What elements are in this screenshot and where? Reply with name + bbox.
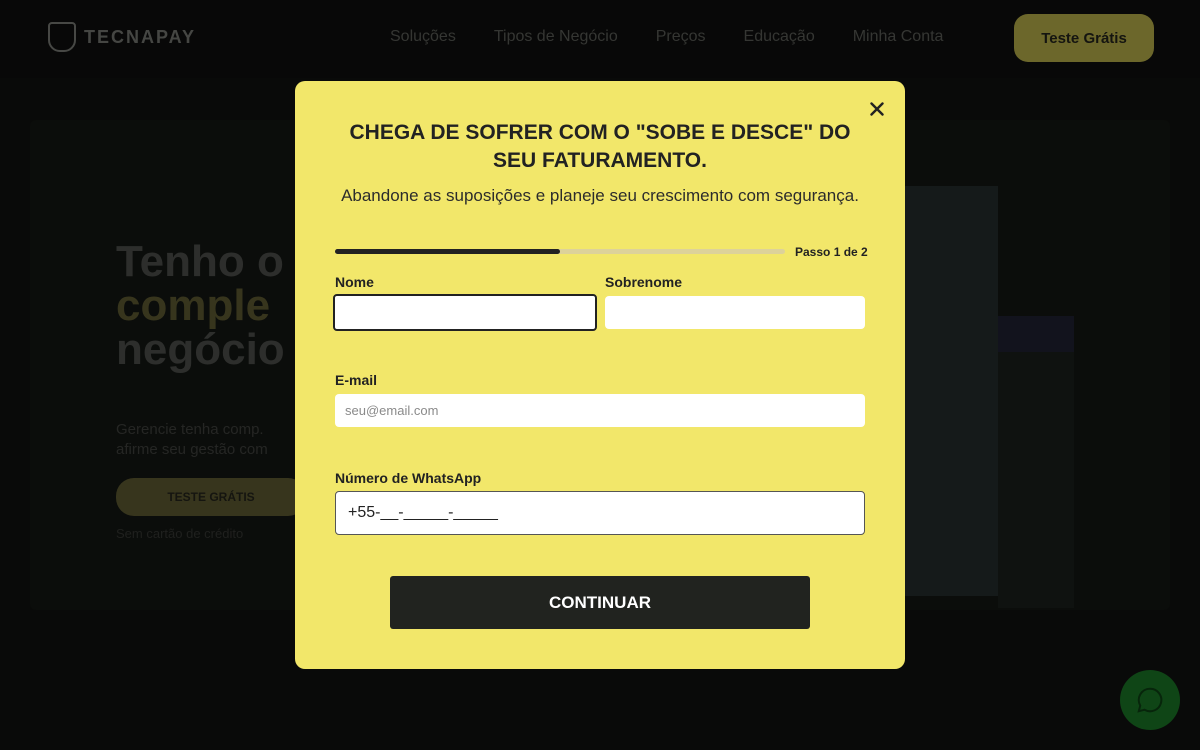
- progress-bar-fill: [335, 249, 560, 254]
- last-name-field[interactable]: [605, 296, 865, 329]
- close-button[interactable]: [865, 98, 889, 120]
- progress-bar: [335, 249, 785, 254]
- whatsapp-label: Número de WhatsApp: [335, 470, 482, 486]
- modal-subtitle: Abandone as suposições e planeje seu cre…: [341, 186, 859, 205]
- modal-title: CHEGA DE SOFRER COM O "SOBE E DESCE" DO …: [349, 121, 851, 172]
- first-name-label: Nome: [335, 274, 374, 290]
- email-field[interactable]: [335, 394, 865, 427]
- step-indicator: Passo 1 de 2: [795, 245, 868, 259]
- continue-button[interactable]: CONTINUAR: [390, 576, 810, 629]
- first-name-field[interactable]: [333, 294, 597, 331]
- email-label: E-mail: [335, 372, 378, 388]
- whatsapp-number-field[interactable]: +55-__-_____-_____: [335, 491, 865, 535]
- close-icon: [870, 102, 884, 116]
- last-name-label: Sobrenome: [605, 274, 683, 290]
